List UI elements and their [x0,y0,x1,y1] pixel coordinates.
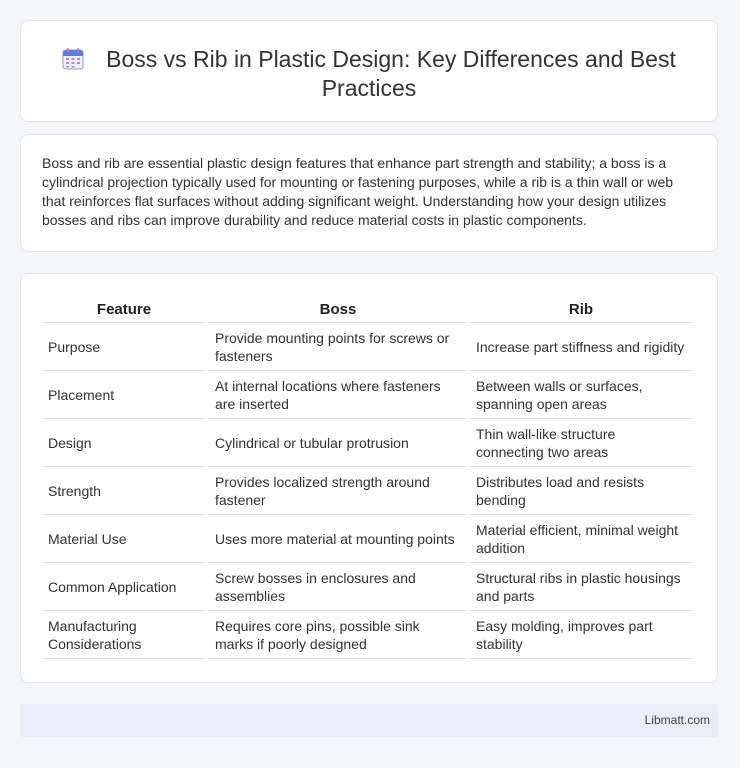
feature-cell: Purpose [42,323,206,371]
rib-cell: Easy molding, improves part stability [470,611,692,659]
intro-paragraph: Boss and rib are essential plastic desig… [42,155,674,228]
feature-cell: Strength [42,467,206,515]
rib-cell: Distributes load and resists bending [470,467,692,515]
boss-cell: Requires core pins, possible sink marks … [209,611,467,659]
header-feature: Feature [42,296,206,323]
table-row: Manufacturing Considerations Requires co… [42,611,692,659]
title-card: Boss vs Rib in Plastic Design: Key Diffe… [20,20,718,122]
table-row: Placement At internal locations where fa… [42,371,692,419]
feature-cell: Common Application [42,563,206,611]
footer: Libmatt.com [20,704,718,737]
rib-cell: Material efficient, minimal weight addit… [470,515,692,563]
table-row: Strength Provides localized strength aro… [42,467,692,515]
header-boss: Boss [209,296,467,323]
page-title: Boss vs Rib in Plastic Design: Key Diffe… [106,46,676,101]
boss-cell: At internal locations where fasteners ar… [209,371,467,419]
boss-cell: Uses more material at mounting points [209,515,467,563]
boss-cell: Screw bosses in enclosures and assemblie… [209,563,467,611]
feature-cell: Material Use [42,515,206,563]
rib-cell: Thin wall-like structure connecting two … [470,419,692,467]
rib-cell: Structural ribs in plastic housings and … [470,563,692,611]
footer-site-link[interactable]: Libmatt.com [645,713,710,727]
calendar-icon [62,48,84,70]
table-row: Material Use Uses more material at mount… [42,515,692,563]
feature-cell: Design [42,419,206,467]
table-row: Design Cylindrical or tubular protrusion… [42,419,692,467]
table-header-row: Feature Boss Rib [42,296,692,323]
feature-cell: Placement [42,371,206,419]
header-rib: Rib [470,296,692,323]
table-row: Purpose Provide mounting points for scre… [42,323,692,371]
boss-cell: Cylindrical or tubular protrusion [209,419,467,467]
feature-cell: Manufacturing Considerations [42,611,206,659]
intro-card: Boss and rib are essential plastic desig… [20,134,718,252]
rib-cell: Between walls or surfaces, spanning open… [470,371,692,419]
table-card: Feature Boss Rib Purpose Provide mountin… [20,273,718,683]
rib-cell: Increase part stiffness and rigidity [470,323,692,371]
page-title-wrap: Boss vs Rib in Plastic Design: Key Diffe… [21,45,717,103]
comparison-table: Feature Boss Rib Purpose Provide mountin… [39,296,695,659]
boss-cell: Provides localized strength around faste… [209,467,467,515]
table-row: Common Application Screw bosses in enclo… [42,563,692,611]
boss-cell: Provide mounting points for screws or fa… [209,323,467,371]
